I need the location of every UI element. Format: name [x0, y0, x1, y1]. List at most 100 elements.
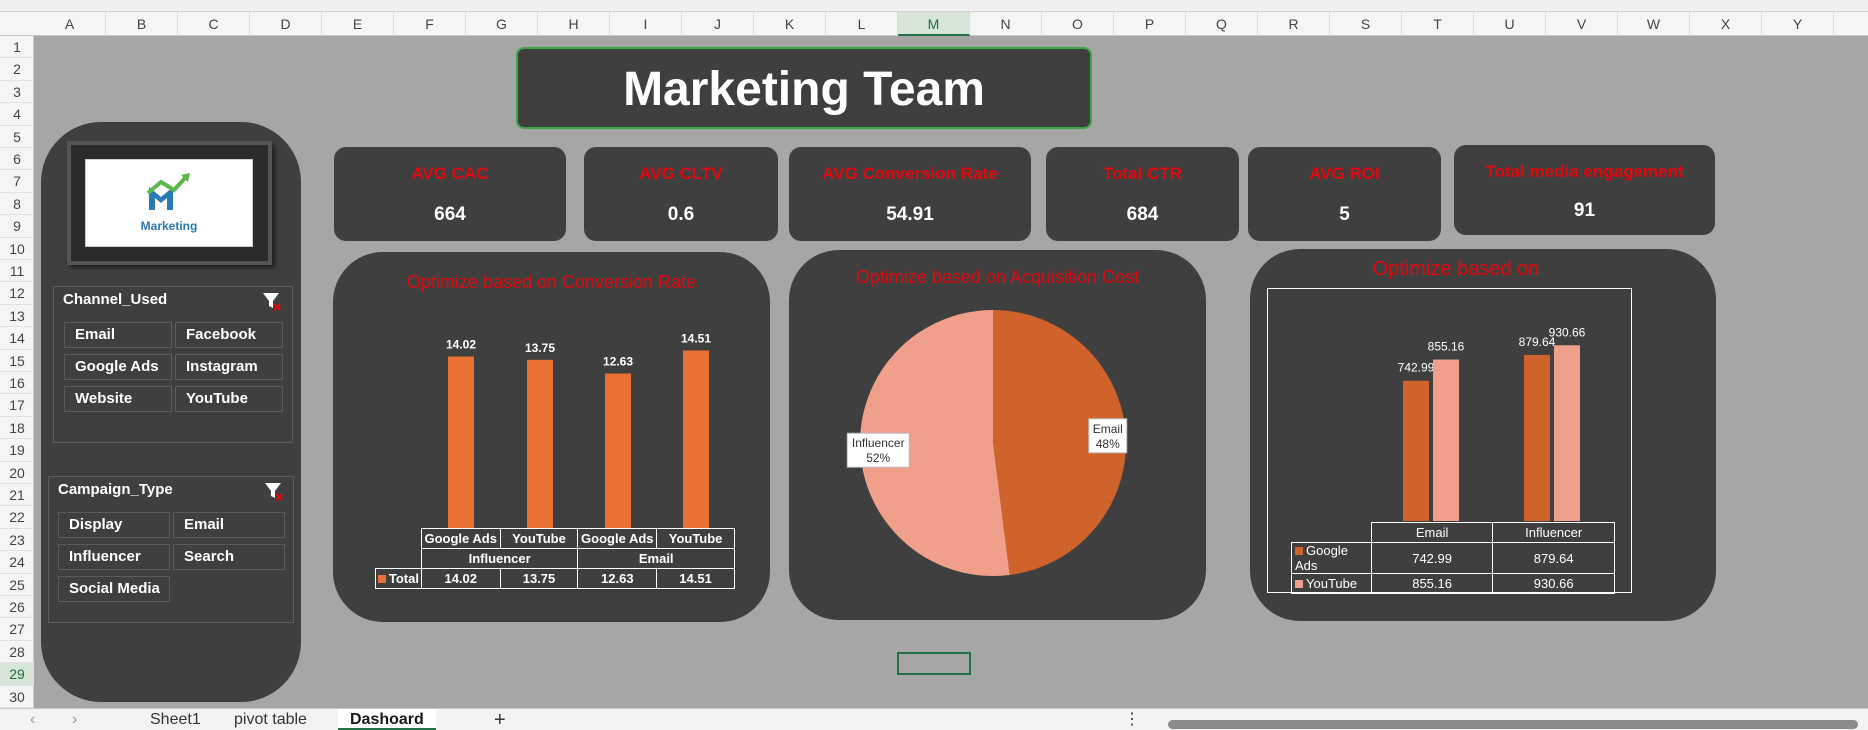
column-header-x[interactable]: X: [1690, 12, 1762, 36]
slicer-item-email[interactable]: Email: [173, 512, 285, 538]
tab-scroll-prev-icon[interactable]: ‹: [30, 709, 35, 730]
column-header-i[interactable]: I: [610, 12, 682, 36]
slicer-item-social-media[interactable]: Social Media: [58, 576, 170, 602]
legend-cell: YouTube: [1291, 573, 1372, 594]
column-header-r[interactable]: R: [1258, 12, 1330, 36]
row-header-8[interactable]: 8: [0, 193, 34, 216]
column-header-m[interactable]: M: [898, 12, 970, 36]
pie-label: Email: [1093, 422, 1123, 436]
column-header-n[interactable]: N: [970, 12, 1042, 36]
column-header-p[interactable]: P: [1114, 12, 1186, 36]
row-header-17[interactable]: 17: [0, 394, 34, 417]
row-header-16[interactable]: 16: [0, 372, 34, 395]
bar[interactable]: [1433, 359, 1459, 521]
add-sheet-icon[interactable]: +: [494, 709, 506, 730]
tab-dashoard[interactable]: Dashoard: [338, 709, 436, 730]
row-header-25[interactable]: 25: [0, 574, 34, 596]
column-header-bar[interactable]: ABCDEFGHIJKLMNOPQRSTUVWXY: [0, 12, 1868, 36]
slicer-item-influencer[interactable]: Influencer: [58, 544, 170, 570]
bar[interactable]: [1403, 380, 1429, 521]
row-header-28[interactable]: 28: [0, 641, 34, 664]
slicer-item-facebook[interactable]: Facebook: [175, 322, 283, 348]
slicer-item-display[interactable]: Display: [58, 512, 170, 538]
active-cell-m29[interactable]: [897, 652, 971, 675]
tab-scroll-next-icon[interactable]: ›: [72, 709, 77, 730]
kpi-card-avg-cltv[interactable]: AVG CLTV 0.6: [584, 147, 778, 241]
bar[interactable]: [527, 359, 553, 528]
more-options-icon[interactable]: ⋮: [1124, 709, 1140, 730]
column-header-c[interactable]: C: [178, 12, 250, 36]
column-header-g[interactable]: G: [466, 12, 538, 36]
row-header-13[interactable]: 13: [0, 305, 34, 328]
row-header-2[interactable]: 2: [0, 58, 34, 81]
bar[interactable]: [605, 373, 631, 528]
column-header-v[interactable]: V: [1546, 12, 1618, 36]
row-header-23[interactable]: 23: [0, 529, 34, 552]
clear-filter-icon[interactable]: [261, 291, 281, 311]
row-header-19[interactable]: 19: [0, 439, 34, 462]
bar[interactable]: [1554, 345, 1580, 521]
marketing-logo-icon: [146, 173, 190, 210]
slicer-item-website[interactable]: Website: [64, 386, 172, 412]
row-header-29[interactable]: 29: [0, 663, 34, 686]
row-header-11[interactable]: 11: [0, 260, 34, 283]
row-header-24[interactable]: 24: [0, 551, 34, 574]
row-header-5[interactable]: 5: [0, 126, 34, 148]
bar-value-label: 14.51: [681, 332, 711, 346]
horizontal-scrollbar[interactable]: [1168, 720, 1858, 729]
column-header-h[interactable]: H: [538, 12, 610, 36]
kpi-card-total-ctr[interactable]: Total CTR 684: [1046, 147, 1239, 241]
kpi-card-avg-roi[interactable]: AVG ROI 5: [1248, 147, 1441, 241]
row-header-21[interactable]: 21: [0, 484, 34, 507]
row-header-6[interactable]: 6: [0, 148, 34, 171]
tab-pivot-table[interactable]: pivot table: [234, 709, 307, 730]
column-header-y[interactable]: Y: [1762, 12, 1834, 36]
row-header-18[interactable]: 18: [0, 417, 34, 440]
row-header-26[interactable]: 26: [0, 596, 34, 619]
row-header-10[interactable]: 10: [0, 238, 34, 260]
column-header-w[interactable]: W: [1618, 12, 1690, 36]
slicer-item-search[interactable]: Search: [173, 544, 285, 570]
row-header-12[interactable]: 12: [0, 282, 34, 305]
row-header-4[interactable]: 4: [0, 103, 34, 126]
dashboard-title-box[interactable]: Marketing Team: [516, 47, 1092, 129]
slicer-item-instagram[interactable]: Instagram: [175, 354, 283, 380]
row-header-14[interactable]: 14: [0, 327, 34, 350]
row-header-9[interactable]: 9: [0, 215, 34, 238]
row-header-1[interactable]: 1: [0, 36, 34, 59]
column-header-d[interactable]: D: [250, 12, 322, 36]
column-header-f[interactable]: F: [394, 12, 466, 36]
column-header-t[interactable]: T: [1402, 12, 1474, 36]
kpi-card-avg-conversion-rate[interactable]: AVG Conversion Rate 54.91: [789, 147, 1031, 241]
column-header-s[interactable]: S: [1330, 12, 1402, 36]
column-header-u[interactable]: U: [1474, 12, 1546, 36]
row-header-3[interactable]: 3: [0, 81, 34, 104]
row-header-30[interactable]: 30: [0, 686, 34, 708]
row-header-bar[interactable]: 1 2 3 4 5 6 7 8 9 10 11 12 13 14 15 16 17 18 19 20 21 22 23 24 2…: [0, 36, 34, 708]
row-header-22[interactable]: 22: [0, 506, 34, 529]
column-header-j[interactable]: J: [682, 12, 754, 36]
column-header-b[interactable]: B: [106, 12, 178, 36]
bar[interactable]: [1524, 354, 1550, 521]
acquisition-cost-pie-chart[interactable]: Email48% Influencer52%: [789, 250, 1206, 620]
kpi-card-total-media-engagement[interactable]: Total media engagement 91: [1454, 145, 1715, 235]
column-header-o[interactable]: O: [1042, 12, 1114, 36]
bar[interactable]: [683, 350, 709, 528]
column-header-q[interactable]: Q: [1186, 12, 1258, 36]
slicer-item-youtube[interactable]: YouTube: [175, 386, 283, 412]
slicer-item-email[interactable]: Email: [64, 322, 172, 348]
clear-filter-icon[interactable]: [263, 481, 283, 501]
slicer-item-google-ads[interactable]: Google Ads: [64, 354, 172, 380]
row-header-27[interactable]: 27: [0, 618, 34, 641]
kpi-card-avg-cac[interactable]: AVG CAC 664: [334, 147, 566, 241]
row-header-7[interactable]: 7: [0, 170, 34, 193]
row-header-20[interactable]: 20: [0, 462, 34, 484]
bar[interactable]: [448, 356, 474, 528]
tab-sheet1[interactable]: Sheet1: [150, 709, 201, 730]
bar-value-label: 742.99: [1398, 361, 1435, 375]
column-header-k[interactable]: K: [754, 12, 826, 36]
column-header-l[interactable]: L: [826, 12, 898, 36]
column-header-a[interactable]: A: [34, 12, 106, 36]
row-header-15[interactable]: 15: [0, 350, 34, 372]
column-header-e[interactable]: E: [322, 12, 394, 36]
